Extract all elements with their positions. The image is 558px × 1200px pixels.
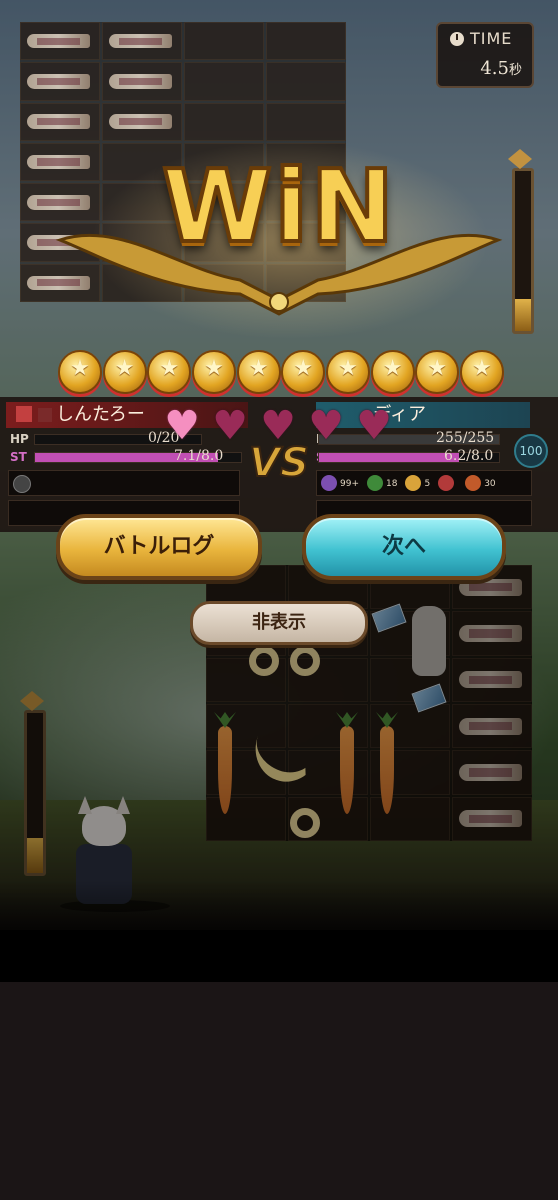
next-button[interactable]: 次へ: [302, 514, 506, 580]
timer-label: TIME: [470, 29, 513, 48]
status-effect-count: 99+: [340, 479, 359, 489]
clock-icon: [450, 32, 464, 46]
status-effect-count: 18: [386, 479, 398, 489]
item-slot: [20, 62, 100, 101]
star-medal-icon: ★: [147, 350, 192, 394]
item-slot: [266, 62, 346, 101]
opponent-shield-badge: 100: [514, 434, 548, 468]
heart-filled-icon: ♥: [164, 403, 200, 449]
player-name: しんたろー: [56, 404, 145, 425]
star-medal-icon: ★: [281, 350, 326, 394]
opponent-st-value: 6.2/8.0: [444, 448, 494, 464]
item-slot: [102, 102, 182, 141]
status-effect-icon: [321, 475, 337, 491]
item-slot: [266, 22, 346, 61]
star-medal-row: ★ ★ ★ ★ ★ ★ ★ ★ ★ ★: [58, 350, 504, 396]
timer-value: 4.5秒: [480, 58, 522, 79]
opponent-hp-value: 255/255: [436, 430, 495, 446]
status-effect-icon: [367, 475, 383, 491]
potion-bottle-icon: [27, 74, 90, 89]
heart-empty-icon: ♥: [356, 403, 392, 449]
battle-timer: TIME 4.5秒: [436, 22, 534, 88]
battle-log-button[interactable]: バトルログ: [56, 514, 262, 580]
star-medal-icon: ★: [191, 350, 236, 394]
item-slot: [20, 102, 100, 141]
star-medal-icon: ★: [370, 350, 415, 394]
potion-bottle-icon: [27, 114, 90, 129]
player-class-icon: [16, 406, 32, 422]
item-slot: [102, 62, 182, 101]
timer-unit: 秒: [508, 63, 522, 78]
heart-row: ♥ ♥ ♥ ♥ ♥: [162, 406, 394, 448]
hide-button[interactable]: 非表示: [190, 601, 368, 645]
star-medal-icon: ★: [415, 350, 460, 394]
item-slot: [184, 102, 264, 141]
item-slot: [184, 62, 264, 101]
status-effect-icon: [405, 475, 422, 491]
player-hp-label: HP: [10, 432, 29, 446]
scene-fade: [0, 880, 558, 930]
player-st-label: ST: [10, 450, 27, 464]
star-medal-icon: ★: [459, 350, 504, 394]
item-slot: [102, 22, 182, 61]
heart-empty-icon: ♥: [260, 403, 296, 449]
item-slot: [20, 22, 100, 61]
win-title: WiN: [160, 146, 397, 267]
player-st-value: 7.1/8.0: [174, 448, 224, 464]
heart-empty-icon: ♥: [212, 403, 248, 449]
potion-bottle-icon: [109, 114, 172, 129]
item-slot: [184, 22, 264, 61]
potion-bottle-icon: [27, 33, 90, 49]
opponent-effect-bar: 99+ 18 5 30: [316, 470, 532, 496]
item-slot: [266, 102, 346, 141]
status-effect-icon: [438, 475, 455, 491]
star-medal-icon: ★: [236, 350, 281, 394]
potion-bottle-icon: [109, 74, 172, 89]
star-medal-icon: ★: [58, 350, 102, 394]
player-effect-bar: [8, 470, 240, 496]
status-effect-count: 5: [424, 479, 431, 489]
player-sub-icon: [38, 408, 52, 422]
timer-number: 4.5: [480, 58, 509, 79]
star-medal-icon: ★: [325, 350, 370, 394]
potion-bottle-icon: [109, 33, 172, 49]
star-medal-icon: ★: [102, 350, 147, 394]
heart-empty-icon: ♥: [308, 403, 344, 449]
status-effect-count: 30: [484, 479, 496, 489]
status-effect-icon: [465, 475, 482, 491]
effect-slot-icon: [13, 475, 31, 493]
bottom-black-band: [0, 930, 558, 982]
shield-value: 100: [519, 444, 543, 458]
